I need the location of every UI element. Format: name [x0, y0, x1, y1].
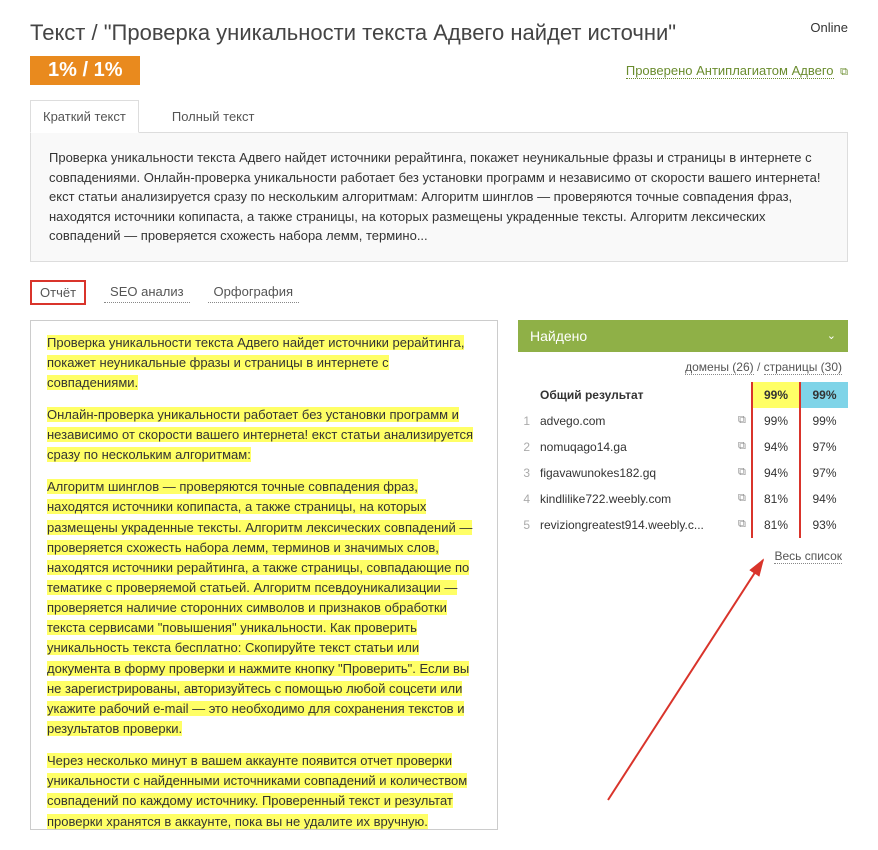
- full-list-link[interactable]: Весь список: [774, 549, 842, 564]
- highlighted-text: Проверка уникальности текста Адвего найд…: [47, 333, 481, 830]
- analysis-tabs: Отчёт SEO анализ Орфография: [30, 280, 848, 305]
- tab-report[interactable]: Отчёт: [30, 280, 86, 305]
- pct-col1: 81%: [752, 486, 800, 512]
- uniqueness-badge: 1% / 1%: [30, 56, 140, 85]
- row-num: 5: [518, 512, 536, 538]
- hl-paragraph: Онлайн-проверка уникальности работает бе…: [47, 407, 473, 462]
- pct-col1: 94%: [752, 434, 800, 460]
- domain-link[interactable]: kindlilike722.weebly.com: [536, 486, 734, 512]
- text-tabs: Краткий текст Полный текст: [30, 100, 848, 133]
- found-header[interactable]: Найдено ⌄: [518, 320, 848, 352]
- results-panel: Найдено ⌄ домены (26) / страницы (30) Об…: [518, 320, 848, 830]
- annotation-arrow: [578, 550, 778, 810]
- external-link-icon[interactable]: ⧉: [734, 512, 752, 538]
- domain-link[interactable]: reviziongreatest914.weebly.c...: [536, 512, 734, 538]
- table-row: 2 nomuqago14.ga ⧉ 94% 97%: [518, 434, 848, 460]
- hl-paragraph: Через несколько минут в вашем аккаунте п…: [47, 753, 467, 828]
- pct-col1: 81%: [752, 512, 800, 538]
- row-num: 1: [518, 408, 536, 434]
- tab-seo[interactable]: SEO анализ: [104, 281, 190, 303]
- pages-link[interactable]: страницы (30): [764, 360, 842, 375]
- pct-col2: 99%: [800, 408, 848, 434]
- divider: /: [757, 360, 764, 374]
- verified-link[interactable]: Проверено Антиплагиатом Адвего: [626, 63, 834, 79]
- domain-link[interactable]: advego.com: [536, 408, 734, 434]
- row-num: 3: [518, 460, 536, 486]
- pct-col2: 94%: [800, 486, 848, 512]
- total-pct1: 99%: [752, 382, 800, 408]
- domain-link[interactable]: figavawunokes182.gq: [536, 460, 734, 486]
- summary-text: Проверка уникальности текста Адвего найд…: [30, 133, 848, 262]
- external-link-icon[interactable]: ⧉: [734, 434, 752, 460]
- external-link-icon[interactable]: ⧉: [734, 408, 752, 434]
- chevron-down-icon: ⌄: [827, 329, 836, 342]
- total-pct2: 99%: [800, 382, 848, 408]
- pct-col1: 99%: [752, 408, 800, 434]
- page-title: Текст / "Проверка уникальности текста Ад…: [30, 20, 676, 46]
- external-link-icon: ⧉: [840, 66, 848, 79]
- highlighted-text-panel[interactable]: Проверка уникальности текста Адвего найд…: [30, 320, 498, 830]
- results-table: Общий результат 99% 99% 1 advego.com ⧉ 9…: [518, 382, 848, 538]
- external-link-icon[interactable]: ⧉: [734, 460, 752, 486]
- found-title: Найдено: [530, 328, 587, 344]
- row-num: 4: [518, 486, 536, 512]
- table-row: 1 advego.com ⧉ 99% 99%: [518, 408, 848, 434]
- pct-col2: 93%: [800, 512, 848, 538]
- total-label: Общий результат: [536, 382, 734, 408]
- hl-paragraph: Проверка уникальности текста Адвего найд…: [47, 335, 464, 390]
- online-status: Online: [810, 20, 848, 35]
- table-row: 5 reviziongreatest914.weebly.c... ⧉ 81% …: [518, 512, 848, 538]
- pct-col2: 97%: [800, 434, 848, 460]
- tab-short-text[interactable]: Краткий текст: [30, 100, 139, 133]
- table-row: 4 kindlilike722.weebly.com ⧉ 81% 94%: [518, 486, 848, 512]
- table-row-total: Общий результат 99% 99%: [518, 382, 848, 408]
- row-num: 2: [518, 434, 536, 460]
- pct-col2: 97%: [800, 460, 848, 486]
- hl-paragraph: Алгоритм шинглов — проверяются точные со…: [47, 479, 472, 736]
- pct-col1: 94%: [752, 460, 800, 486]
- domain-link[interactable]: nomuqago14.ga: [536, 434, 734, 460]
- tab-full-text[interactable]: Полный текст: [159, 100, 268, 132]
- tab-spell[interactable]: Орфография: [208, 281, 299, 303]
- external-link-icon[interactable]: ⧉: [734, 486, 752, 512]
- table-row: 3 figavawunokes182.gq ⧉ 94% 97%: [518, 460, 848, 486]
- domains-link[interactable]: домены (26): [685, 360, 754, 375]
